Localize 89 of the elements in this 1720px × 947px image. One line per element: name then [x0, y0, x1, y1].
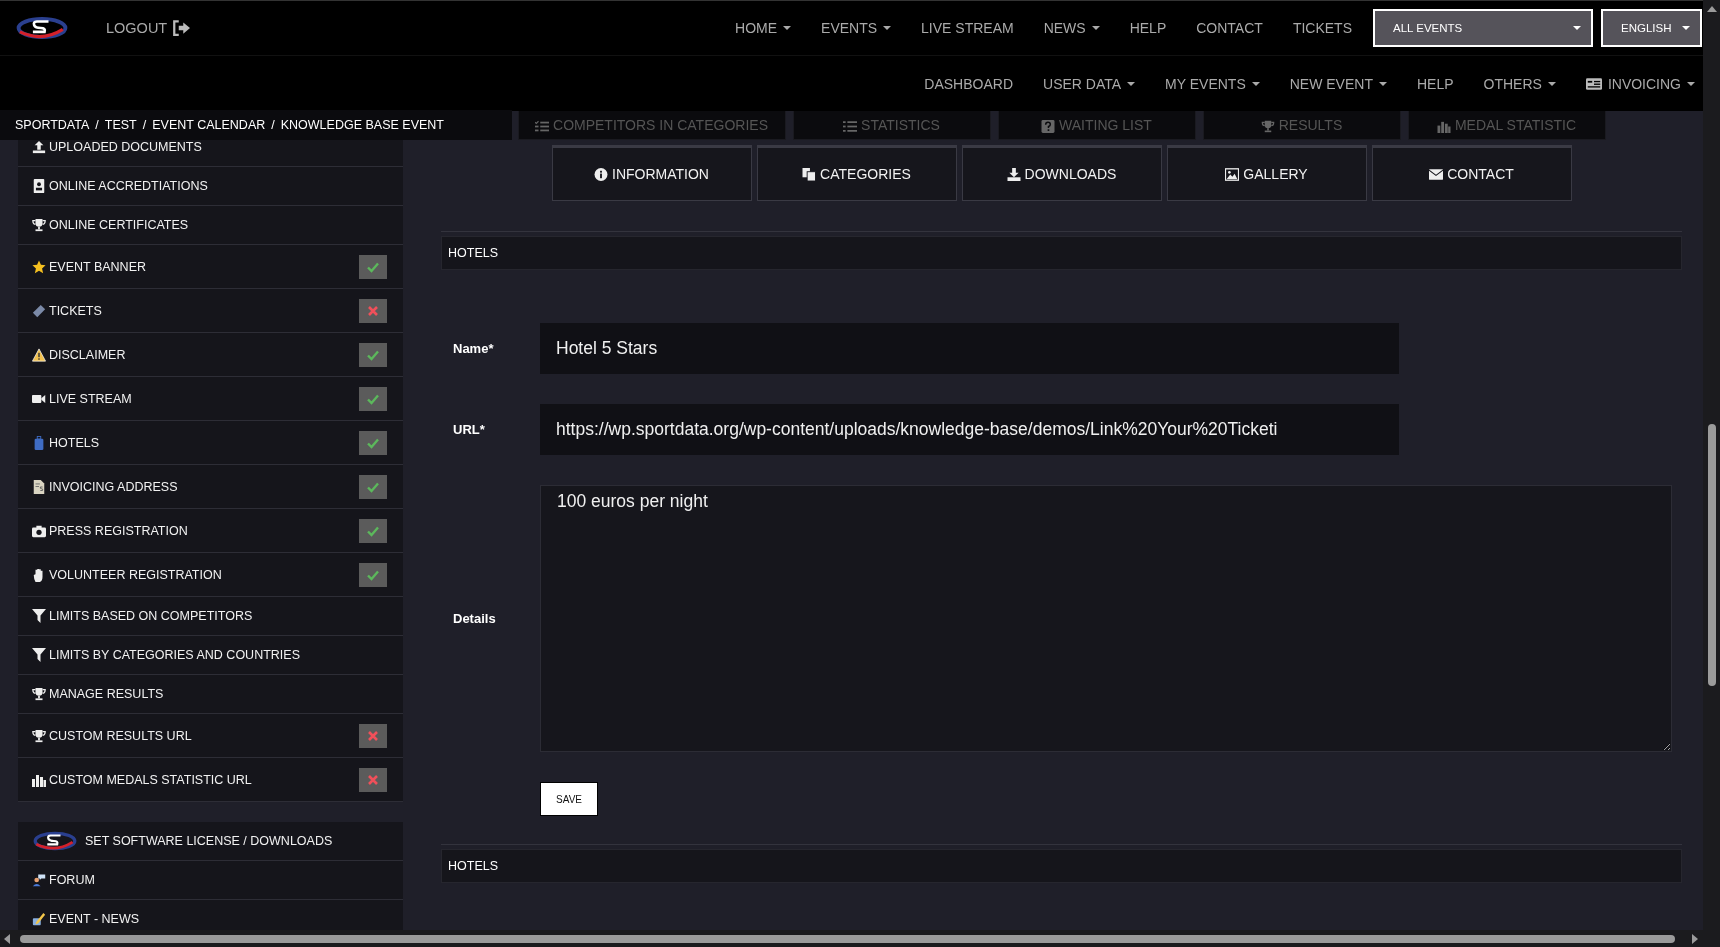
tab[interactable]: INFORMATION — [551, 145, 752, 201]
event-select[interactable]: ALL EVENTS — [1373, 9, 1593, 47]
documents-icon — [802, 167, 817, 181]
caret-icon — [1573, 26, 1581, 30]
language-select[interactable]: ENGLISH — [1601, 9, 1702, 47]
person-speech-icon — [32, 873, 46, 887]
bar-chart-icon — [32, 772, 46, 787]
sidebar-item[interactable]: PRESS REGISTRATION — [18, 509, 403, 553]
nav-link[interactable]: NEW EVENT — [1274, 75, 1402, 92]
section-header: HOTELS — [441, 849, 1682, 883]
caret-icon — [1682, 26, 1690, 30]
field-label: Details — [452, 611, 497, 626]
input-field[interactable]: https://wp.sportdata.org/wp-content/uploads/knowledge-base/demos/Link%20Your%20Ticketi — [540, 404, 1399, 455]
id-card-icon — [32, 179, 46, 193]
breadcrumb-separator: / — [142, 118, 147, 132]
sidebar-item[interactable]: INVOICING ADDRESS — [18, 465, 403, 509]
pencil-icon — [32, 912, 46, 926]
suitcase-icon — [32, 435, 46, 450]
sidebar-item[interactable]: VOLUNTEER REGISTRATION — [18, 553, 403, 597]
nav-link[interactable]: TICKETS — [1277, 20, 1367, 36]
invoice-icon — [32, 479, 46, 494]
filter-icon — [32, 648, 46, 662]
save-button[interactable]: SAVE — [540, 782, 598, 816]
card-icon — [1585, 77, 1602, 90]
breadcrumb-link[interactable]: TEST — [104, 118, 137, 132]
envelope-icon — [1429, 167, 1444, 181]
nav-link[interactable]: MY EVENTS — [1150, 75, 1275, 92]
nav-link[interactable]: HELP — [1114, 20, 1182, 36]
nav-link[interactable]: HELP — [1401, 75, 1469, 92]
nav-link[interactable]: EVENTS — [806, 20, 907, 36]
nav-link[interactable]: LIVE STREAM — [906, 20, 1029, 36]
tab[interactable]: CONTACT — [1371, 145, 1572, 201]
nav-link[interactable]: HOME — [720, 20, 807, 36]
breadcrumb-link[interactable]: KNOWLEDGE BASE EVENT — [280, 118, 444, 132]
sidebar-item[interactable]: MANAGE RESULTS — [18, 675, 403, 714]
sidebar-item[interactable]: CUSTOM MEDALS STATISTIC URL — [18, 758, 403, 802]
ticket-icon — [32, 303, 46, 318]
sidebar-item[interactable]: LIMITS BY CATEGORIES AND COUNTRIES — [18, 636, 403, 675]
trophy-icon — [32, 687, 46, 701]
trophy-icon — [32, 218, 46, 232]
sidebar-item[interactable]: HOTELS — [18, 421, 403, 465]
sidebar-item[interactable]: TICKETS — [18, 289, 403, 333]
nav-link[interactable]: INVOICING — [1570, 75, 1703, 92]
tab[interactable]: CATEGORIES — [756, 145, 957, 201]
breadcrumb-separator: / — [271, 118, 275, 132]
sidebar-item[interactable]: FORUM — [18, 861, 403, 900]
field-label: URL* — [452, 422, 486, 437]
tab[interactable]: GALLERY — [1166, 145, 1367, 201]
hand-icon — [32, 567, 46, 582]
trophy-icon — [32, 728, 46, 743]
sidebar-item[interactable]: ONLINE CERTIFICATES — [18, 206, 403, 245]
sidebar-item[interactable]: SET SOFTWARE LICENSE / DOWNLOADS — [18, 822, 403, 861]
filter-icon — [32, 609, 46, 623]
breadcrumb-link[interactable]: SPORTDATA — [15, 118, 90, 132]
bar-chart-icon — [1436, 120, 1451, 133]
image-icon — [1225, 167, 1240, 181]
tab[interactable]: DOWNLOADS — [961, 145, 1162, 201]
logo-icon — [32, 830, 78, 852]
warning-icon — [32, 347, 46, 362]
info-icon — [594, 167, 608, 181]
camera-icon — [32, 523, 46, 538]
star-icon — [32, 259, 46, 274]
horizontal-scrollbar[interactable] — [0, 930, 1720, 947]
sidebar-item[interactable]: DISCLAIMER — [18, 333, 403, 377]
nav-link[interactable]: OTHERS — [1468, 75, 1571, 92]
sidebar-item[interactable]: EVENT BANNER — [18, 245, 403, 289]
nav-link[interactable]: NEWS — [1028, 20, 1115, 36]
section-header: HOTELS — [441, 236, 1682, 270]
vertical-scrollbar[interactable] — [1703, 0, 1720, 930]
sidebar-item[interactable]: ONLINE ACCREDTIATIONS — [18, 167, 403, 206]
nav-link[interactable]: DASHBOARD — [909, 75, 1028, 92]
field-label: Name* — [452, 341, 495, 356]
upload-icon — [32, 140, 46, 154]
logo-icon — [14, 15, 70, 41]
nav-link[interactable]: CONTACT — [1181, 20, 1278, 36]
breadcrumb-link[interactable]: EVENT CALENDAR — [152, 118, 266, 132]
breadcrumb-separator: / — [95, 118, 99, 132]
trophy-icon — [1260, 120, 1275, 133]
sidebar-item[interactable]: CUSTOM RESULTS URL — [18, 714, 403, 758]
checklist-icon — [535, 120, 549, 133]
input-field[interactable]: Hotel 5 Stars — [540, 323, 1399, 374]
logout-link[interactable]: LOGOUT — [106, 19, 193, 37]
question-icon — [1041, 120, 1056, 133]
download-icon — [1006, 167, 1021, 181]
sidebar-item[interactable]: LIMITS BASED ON COMPETITORS — [18, 597, 403, 636]
details-field[interactable]: 100 euros per night — [540, 485, 1672, 752]
nav-link[interactable]: USER DATA — [1028, 75, 1151, 92]
list-icon — [843, 120, 858, 133]
sidebar-item[interactable]: LIVE STREAM — [18, 377, 403, 421]
